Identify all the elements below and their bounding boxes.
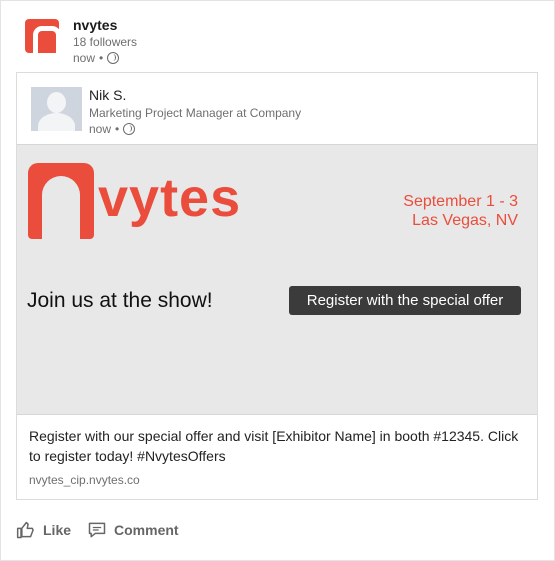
comment-label: Comment	[114, 522, 179, 538]
globe-icon	[107, 52, 120, 64]
action-bar: Like Comment	[16, 517, 179, 543]
n-mark-icon	[28, 163, 94, 239]
author-title: Marketing Project Manager at Company	[89, 106, 302, 120]
event-banner[interactable]: vytes September 1 - 3 Las Vegas, NV Join…	[17, 144, 537, 415]
event-location: Las Vegas, NV	[412, 212, 518, 229]
separator: •	[99, 51, 104, 65]
event-dates: September 1 - 3 Las Vegas, NV	[403, 192, 518, 230]
follower-count: 18 followers	[73, 35, 138, 49]
nvytes-logo[interactable]	[25, 19, 61, 53]
comment-button[interactable]: Comment	[87, 520, 179, 540]
separator: •	[115, 122, 120, 136]
like-button[interactable]: Like	[16, 520, 71, 540]
author-name[interactable]: Nik S.	[89, 87, 126, 103]
org-name[interactable]: nvytes	[73, 17, 117, 33]
post-meta: now •	[73, 51, 120, 65]
brand-logo: vytes	[28, 163, 278, 239]
register-button[interactable]: Register with the special offer	[289, 286, 521, 315]
post-card: nvytes 18 followers now • Nik S. Marketi…	[0, 0, 555, 561]
brand-text: vytes	[98, 168, 242, 228]
join-text: Join us at the show!	[27, 289, 213, 312]
post-header: nvytes 18 followers now •	[25, 16, 525, 68]
shared-time: now	[89, 122, 112, 136]
like-label: Like	[43, 522, 72, 538]
post-time: now	[73, 51, 96, 65]
thumbs-up-icon	[16, 521, 34, 539]
shared-meta: now •	[89, 122, 136, 136]
shared-post[interactable]: Nik S. Marketing Project Manager at Comp…	[16, 72, 538, 500]
comment-icon	[88, 522, 106, 538]
post-body: Register with our special offer and visi…	[29, 428, 519, 464]
default-avatar[interactable]	[31, 87, 82, 131]
globe-icon	[123, 123, 136, 135]
event-date: September 1 - 3	[403, 193, 518, 210]
link-domain[interactable]: nvytes_cip.nvytes.co	[29, 473, 140, 487]
